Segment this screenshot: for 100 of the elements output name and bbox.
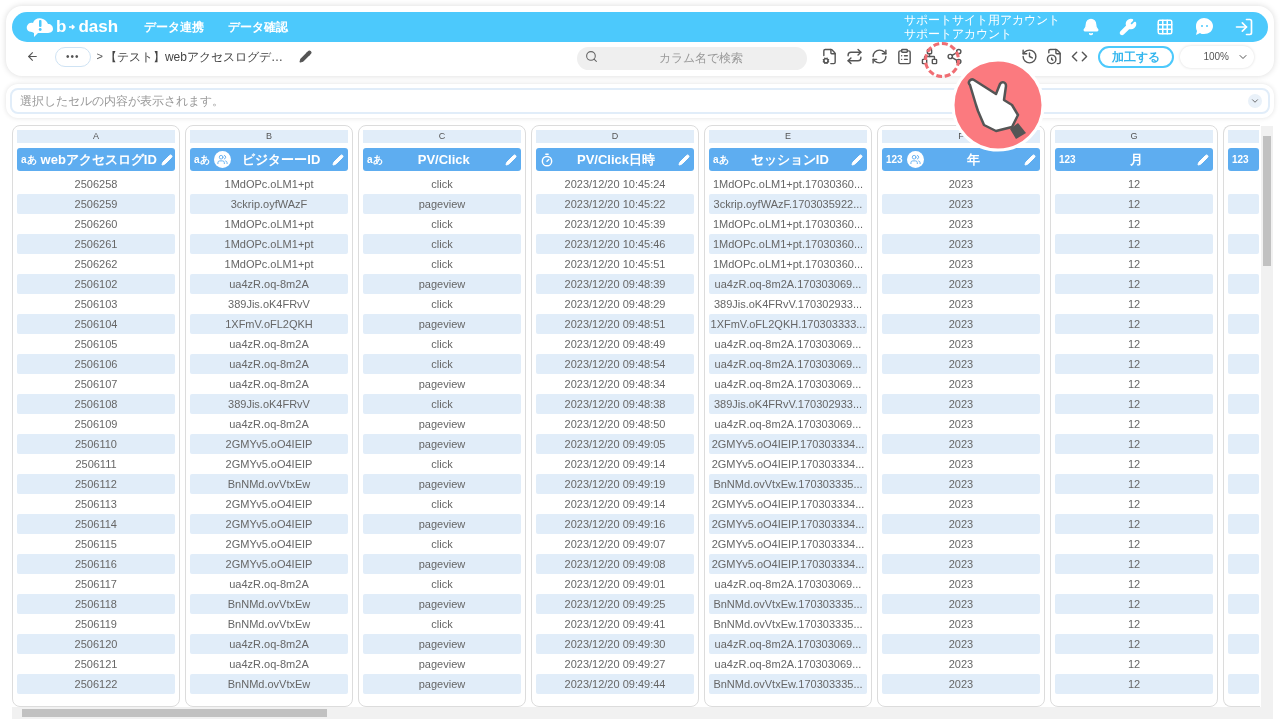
table-cell[interactable]: 2023/12/20 09:48:50 xyxy=(536,414,694,434)
table-cell[interactable]: 2506105 xyxy=(17,334,175,354)
table-cell[interactable]: 2506109 xyxy=(17,414,175,434)
table-cell[interactable]: 2506261 xyxy=(17,234,175,254)
table-cell[interactable]: 3ckrip.oyfWAzF.1703035922... xyxy=(709,194,867,214)
table-cell[interactable]: 2023/12/20 10:45:39 xyxy=(536,214,694,234)
table-cell[interactable]: click xyxy=(363,574,521,594)
table-cell[interactable]: 12 xyxy=(1055,394,1213,414)
table-cell[interactable]: 12 xyxy=(1055,614,1213,634)
table-cell[interactable]: click xyxy=(363,354,521,374)
table-cell[interactable]: 2GMYv5.oO4IEIP xyxy=(190,494,348,514)
table-cell[interactable]: 2023/12/20 10:45:24 xyxy=(536,174,694,194)
table-cell[interactable]: click xyxy=(363,214,521,234)
table-cell[interactable]: 2506115 xyxy=(17,534,175,554)
table-cell[interactable]: 2506111 xyxy=(17,454,175,474)
table-cell[interactable]: 2023 xyxy=(882,574,1040,594)
table-cell[interactable]: 2023/12/20 09:49:14 xyxy=(536,494,694,514)
table-cell[interactable]: 12 xyxy=(1055,294,1213,314)
table-cell[interactable]: pageview xyxy=(363,414,521,434)
table-cell[interactable]: BnNMd.ovVtxEw xyxy=(190,614,348,634)
table-cell[interactable]: ua4zR.oq-8m2A.170303069... xyxy=(709,574,867,594)
table-cell[interactable]: click xyxy=(363,174,521,194)
table-cell[interactable]: 12 xyxy=(1055,354,1213,374)
table-cell[interactable]: 2023/12/20 09:49:16 xyxy=(536,514,694,534)
table-cell[interactable]: 12 xyxy=(1055,594,1213,614)
cell-content-field[interactable]: 選択したセルの内容が表示されます。 xyxy=(10,88,1270,114)
repeat-icon[interactable] xyxy=(846,48,863,66)
table-cell[interactable]: click xyxy=(363,334,521,354)
table-cell[interactable]: 2023/12/20 09:49:05 xyxy=(536,434,694,454)
table-cell[interactable]: 12 xyxy=(1055,514,1213,534)
table-cell[interactable]: click xyxy=(363,614,521,634)
table-cell[interactable]: 2023 xyxy=(882,454,1040,474)
table-cell[interactable]: 2023/12/20 10:45:22 xyxy=(536,194,694,214)
back-icon[interactable] xyxy=(26,50,39,64)
table-cell[interactable]: ua4zR.oq-8m2A.170303069... xyxy=(709,274,867,294)
table-cell[interactable]: 2023/12/20 09:49:07 xyxy=(536,534,694,554)
table-cell[interactable]: 2GMYv5.oO4IEIP xyxy=(190,514,348,534)
table-cell[interactable]: 2506104 xyxy=(17,314,175,334)
table-cell[interactable]: 2GMYv5.oO4IEIP.170303334... xyxy=(709,434,867,454)
table-cell[interactable]: ua4zR.oq-8m2A xyxy=(190,574,348,594)
table-cell[interactable]: 2023/12/20 09:48:39 xyxy=(536,274,694,294)
table-cell[interactable]: pageview xyxy=(363,274,521,294)
table-cell[interactable]: 2023 xyxy=(882,234,1040,254)
table-cell[interactable]: click xyxy=(363,394,521,414)
table-cell[interactable]: ua4zR.oq-8m2A xyxy=(190,274,348,294)
table-cell[interactable]: 12 xyxy=(1055,374,1213,394)
table-cell[interactable]: pageview xyxy=(363,554,521,574)
table-cell[interactable]: 2023/12/20 09:48:34 xyxy=(536,374,694,394)
table-cell[interactable]: 2023 xyxy=(882,594,1040,614)
table-cell[interactable]: pageview xyxy=(363,514,521,534)
table-cell[interactable]: ua4zR.oq-8m2A.170303069... xyxy=(709,374,867,394)
table-cell[interactable]: 2GMYv5.oO4IEIP.170303334... xyxy=(709,534,867,554)
table-cell[interactable]: 12 xyxy=(1055,194,1213,214)
table-cell[interactable]: 2023/12/20 09:49:30 xyxy=(536,634,694,654)
table-cell[interactable]: ua4zR.oq-8m2A.170303069... xyxy=(709,414,867,434)
table-cell[interactable]: pageview xyxy=(363,594,521,614)
table-cell[interactable]: 12 xyxy=(1055,254,1213,274)
table-cell[interactable]: 2506113 xyxy=(17,494,175,514)
table-cell[interactable]: 2023/12/20 09:49:01 xyxy=(536,574,694,594)
vertical-scrollbar[interactable] xyxy=(1261,126,1273,708)
table-cell[interactable]: 2023 xyxy=(882,614,1040,634)
table-cell[interactable]: BnNMd.ovVtxEw xyxy=(190,674,348,694)
table-cell[interactable]: ua4zR.oq-8m2A.170303069... xyxy=(709,334,867,354)
table-cell[interactable]: 12 xyxy=(1055,214,1213,234)
table-cell[interactable]: 2023 xyxy=(882,654,1040,674)
table-cell[interactable]: 2023/12/20 09:49:14 xyxy=(536,454,694,474)
table-cell[interactable]: 12 xyxy=(1055,454,1213,474)
table-cell[interactable]: 2506119 xyxy=(17,614,175,634)
table-cell[interactable]: 12 xyxy=(1055,534,1213,554)
table-cell[interactable]: pageview xyxy=(363,674,521,694)
table-cell[interactable]: 2023 xyxy=(882,174,1040,194)
table-cell[interactable]: 2GMYv5.oO4IEIP xyxy=(190,454,348,474)
table-cell[interactable]: 2023/12/20 09:49:19 xyxy=(536,474,694,494)
search-field[interactable]: カラム名で検索 xyxy=(577,46,807,70)
table-cell[interactable]: 2506259 xyxy=(17,194,175,214)
table-cell[interactable]: 2GMYv5.oO4IEIP xyxy=(190,434,348,454)
table-cell[interactable]: 12 xyxy=(1055,174,1213,194)
table-cell[interactable]: 2023 xyxy=(882,534,1040,554)
table-cell[interactable]: 2023 xyxy=(882,374,1040,394)
table-cell[interactable]: pageview xyxy=(363,194,521,214)
table-cell[interactable]: 2506112 xyxy=(17,474,175,494)
table-cell[interactable]: BnNMd.ovVtxEw.170303335... xyxy=(709,614,867,634)
table-cell[interactable]: 2023/12/20 09:49:25 xyxy=(536,594,694,614)
sync-icon[interactable] xyxy=(871,48,888,66)
table-cell[interactable]: pageview xyxy=(363,474,521,494)
table-cell[interactable]: pageview xyxy=(363,434,521,454)
table-cell[interactable]: 2023/12/20 09:49:41 xyxy=(536,614,694,634)
table-cell[interactable]: click xyxy=(363,234,521,254)
clipboard-icon[interactable] xyxy=(896,48,913,66)
table-cell[interactable]: 389Jis.oK4FRvV.170302933... xyxy=(709,294,867,314)
table-cell[interactable]: 2GMYv5.oO4IEIP.170303334... xyxy=(709,454,867,474)
table-cell[interactable]: 2506106 xyxy=(17,354,175,374)
table-cell[interactable]: 12 xyxy=(1055,494,1213,514)
table-cell[interactable]: 2506102 xyxy=(17,274,175,294)
table-cell[interactable]: 2GMYv5.oO4IEIP xyxy=(190,554,348,574)
table-cell[interactable]: 2023 xyxy=(882,514,1040,534)
table-cell[interactable]: 2023 xyxy=(882,314,1040,334)
table-cell[interactable]: 1MdOPc.oLM1+pt xyxy=(190,234,348,254)
table-cell[interactable]: 2GMYv5.oO4IEIP.170303334... xyxy=(709,554,867,574)
table-cell[interactable]: click xyxy=(363,294,521,314)
